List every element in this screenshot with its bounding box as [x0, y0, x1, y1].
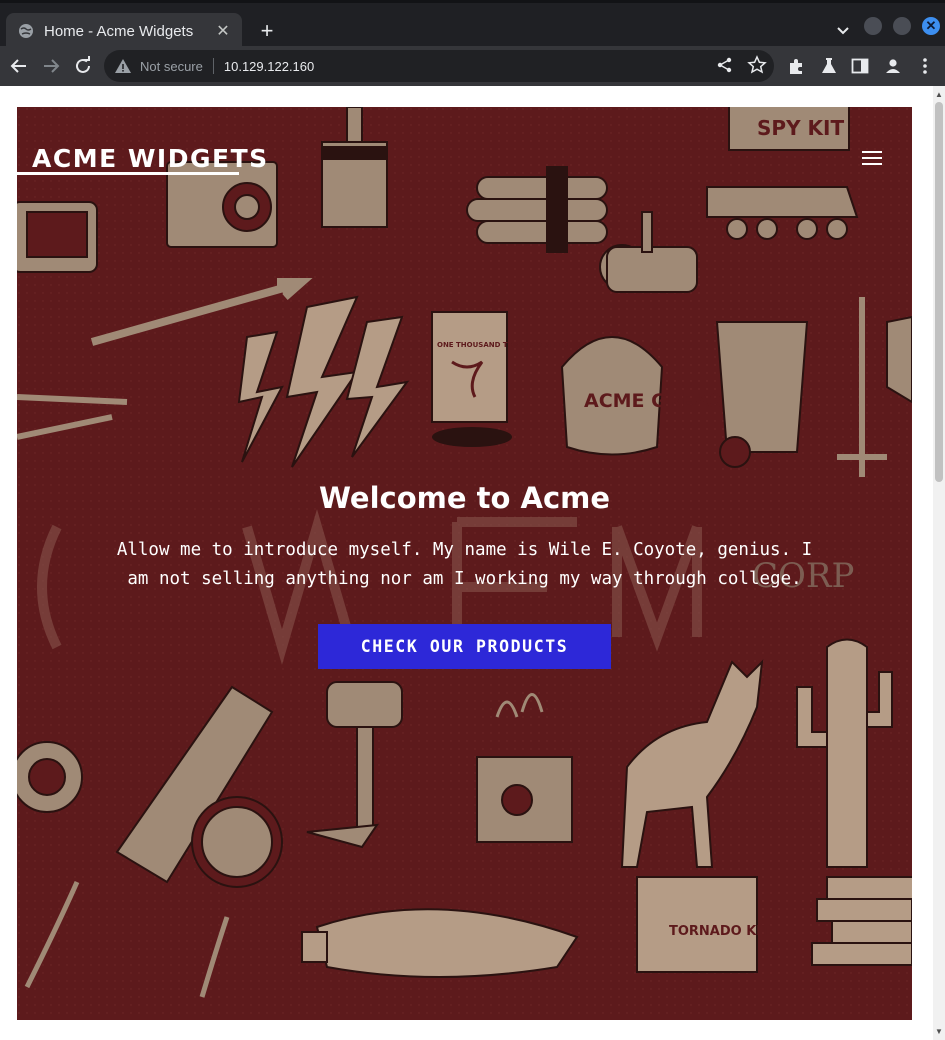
- globe-icon: [19, 24, 33, 38]
- extensions-puzzle-icon[interactable]: [787, 56, 807, 76]
- right-edge-object: [886, 315, 912, 404]
- profile-icon[interactable]: [883, 56, 903, 76]
- chevron-down-icon[interactable]: [834, 21, 852, 39]
- site-logo[interactable]: ACME WIDGETS: [17, 145, 267, 175]
- electric-motor-illustration: [17, 201, 98, 273]
- scroll-up-arrow-icon[interactable]: ▲: [935, 90, 943, 99]
- tab-title: Home - Acme Widgets: [44, 22, 194, 40]
- omnibox-divider: [212, 58, 214, 74]
- bookmark-star-icon[interactable]: [747, 55, 767, 75]
- browser-toolbar: Not secure 10.129.122.160: [0, 46, 945, 86]
- window-maximize-button[interactable]: [893, 17, 911, 35]
- dynamite-illustration: [466, 166, 608, 253]
- reload-icon[interactable]: [72, 55, 94, 77]
- scroll-down-arrow-icon[interactable]: ▼: [935, 1027, 943, 1036]
- page-viewport: CORP SPY KIT ONE THOUSAND TORNADO SEEDS …: [0, 86, 933, 1040]
- address-bar[interactable]: Not secure 10.129.122.160: [104, 50, 774, 82]
- svg-text:SPY KIT: SPY KIT: [757, 116, 844, 140]
- lab-flask-icon[interactable]: [819, 56, 839, 76]
- scrollbar-thumb[interactable]: [935, 102, 943, 482]
- svg-text:ONE THOUSAND TORNADO SEEDS: ONE THOUSAND TORNADO SEEDS: [437, 341, 570, 349]
- sticks-illustration: [811, 876, 912, 966]
- browser-tab[interactable]: Home - Acme Widgets ✕: [6, 13, 242, 49]
- window-minimize-button[interactable]: [864, 17, 882, 35]
- hero-section: CORP SPY KIT ONE THOUSAND TORNADO SEEDS …: [17, 107, 912, 1020]
- wheel-illustration: [17, 741, 83, 813]
- hamburger-menu-icon[interactable]: [862, 151, 882, 165]
- share-icon[interactable]: [715, 55, 735, 75]
- trash-can-illustration: [715, 321, 809, 468]
- side-panel-icon[interactable]: [850, 56, 870, 76]
- hero-heading: Welcome to Acme: [318, 481, 611, 515]
- tab-strip: Home - Acme Widgets ✕ + ✕: [0, 0, 945, 49]
- new-tab-icon[interactable]: +: [256, 20, 278, 42]
- tab-close-icon[interactable]: ✕: [214, 22, 232, 40]
- spy-kit-illustration: SPY KIT: [728, 107, 850, 151]
- forward-arrow-icon[interactable]: [40, 55, 62, 77]
- window-close-button[interactable]: ✕: [922, 17, 940, 35]
- hero-intro-text: Allow me to introduce myself. My name is…: [116, 540, 813, 589]
- page-scrollbar[interactable]: ▲ ▼: [933, 86, 945, 1040]
- back-arrow-icon[interactable]: [8, 55, 30, 77]
- svg-text:TORNADO KIT: TORNADO KIT: [669, 924, 770, 939]
- warning-icon[interactable]: [114, 57, 132, 75]
- svg-text:ACME GREASE: ACME GREASE: [584, 390, 736, 412]
- security-label: Not secure: [140, 58, 203, 74]
- kebab-menu-icon[interactable]: [915, 56, 935, 76]
- tornado-kit-illustration: TORNADO KIT: [636, 876, 770, 973]
- check-products-button[interactable]: CHECK OUR PRODUCTS: [318, 624, 611, 669]
- url-text[interactable]: 10.129.122.160: [224, 59, 314, 74]
